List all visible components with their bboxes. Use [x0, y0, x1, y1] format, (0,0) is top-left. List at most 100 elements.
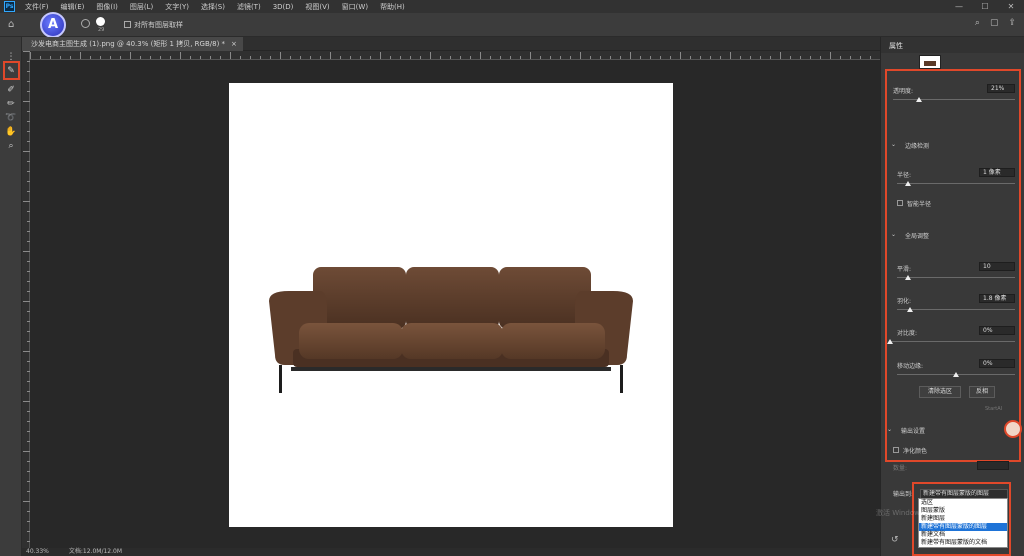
- maximize-icon[interactable]: ☐: [972, 2, 998, 11]
- subtract-mode-icon[interactable]: [81, 19, 90, 28]
- edge-detection-chevron-icon[interactable]: ⌄: [891, 141, 896, 148]
- feather-label: 羽化:: [897, 298, 912, 305]
- smart-radius-label: 智能半径: [907, 201, 932, 208]
- output-to-label: 输出到:: [893, 491, 914, 498]
- options-right-icons: ⌕ ▢ ⇪: [975, 18, 1016, 28]
- decontaminate-colors-checkbox[interactable]: [893, 447, 899, 453]
- zoom-level[interactable]: 40.33%: [26, 548, 49, 556]
- zoom-tool-icon[interactable]: ⌕: [4, 140, 18, 152]
- status-bar: 40.33% 文档:12.0M/12.0M: [22, 548, 880, 556]
- photoshop-logo-icon[interactable]: Ps: [4, 1, 15, 12]
- output-option[interactable]: 图层蒙版: [919, 507, 1007, 515]
- output-option[interactable]: 新建文档: [919, 531, 1007, 539]
- smooth-slider-thumb[interactable]: [905, 275, 911, 280]
- menu-window[interactable]: 窗口(W): [336, 2, 374, 12]
- startai-label: StartAI: [985, 406, 1003, 412]
- amount-label: 数量:: [893, 465, 908, 472]
- document-canvas[interactable]: [229, 83, 673, 527]
- horizontal-ruler-ticks: [30, 52, 871, 59]
- sample-all-layers-label: 对所有图层取样: [134, 21, 183, 29]
- menu-edit[interactable]: 编辑(E): [55, 2, 91, 12]
- home-icon[interactable]: ⌂: [8, 19, 18, 30]
- shift-edge-slider-thumb[interactable]: [953, 372, 959, 377]
- refine-settings-section: 透明度: 21% ⌄ 边缘检测 半径: 1 像素 智能半径 ⌄ 全局调整 平滑:…: [885, 69, 1021, 462]
- transparency-label: 透明度:: [893, 88, 914, 95]
- feather-slider-thumb[interactable]: [907, 307, 913, 312]
- reset-icon[interactable]: ↺: [891, 535, 899, 545]
- decontaminate-colors-label: 净化颜色: [903, 448, 928, 455]
- output-option[interactable]: 新建图层: [919, 515, 1007, 523]
- horizontal-ruler: [30, 51, 880, 60]
- radius-input[interactable]: 1 像素: [979, 168, 1015, 177]
- output-option[interactable]: 新建带有图层蒙版的图层: [919, 523, 1007, 531]
- transparency-slider[interactable]: [893, 99, 1015, 100]
- menu-help[interactable]: 帮助(H): [374, 2, 411, 12]
- close-tab-icon[interactable]: ×: [231, 37, 237, 51]
- tools-panel: ⋮ ✎ ✐ ✏ ➰ ✋ ⌕: [0, 37, 22, 556]
- output-settings-heading: 输出设置: [901, 428, 926, 435]
- sample-all-layers-checkbox[interactable]: [124, 21, 131, 28]
- feather-input[interactable]: 1.8 像素: [979, 294, 1015, 303]
- avatar[interactable]: [1004, 420, 1022, 438]
- contrast-input[interactable]: 0%: [979, 326, 1015, 335]
- clear-selection-button[interactable]: 清除选区: [919, 386, 961, 398]
- document-tab-label: 沙发电商主图生成 (1).png @ 40.3% (矩形 1 拷贝, RGB/8…: [31, 40, 226, 48]
- transparency-slider-thumb[interactable]: [915, 97, 922, 102]
- smart-radius-checkbox[interactable]: [897, 200, 903, 206]
- document-size: 文档:12.0M/12.0M: [68, 548, 123, 555]
- feather-slider[interactable]: [897, 309, 1015, 310]
- workspace-icon[interactable]: ▢: [990, 18, 999, 28]
- edge-detection-heading: 边缘检测: [905, 143, 930, 150]
- brush-tool-icon[interactable]: ✏: [4, 98, 18, 110]
- sofa-image: [269, 267, 633, 393]
- output-option[interactable]: 选区: [919, 499, 1007, 507]
- amount-input[interactable]: [977, 461, 1009, 470]
- shift-edge-input[interactable]: 0%: [979, 359, 1015, 368]
- menu-bar: Ps 文件(F) 编辑(E) 图像(I) 图层(L) 文字(Y) 选择(S) 滤…: [0, 0, 1024, 13]
- menu-image[interactable]: 图像(I): [90, 2, 124, 12]
- radius-slider-thumb[interactable]: [905, 181, 911, 186]
- output-option[interactable]: 新建带有图层蒙版的文档: [919, 539, 1007, 547]
- menu-file[interactable]: 文件(F): [19, 2, 55, 12]
- smooth-label: 平滑:: [897, 266, 912, 273]
- menu-3d[interactable]: 3D(D): [267, 3, 300, 11]
- vertical-ruler-ticks: [23, 51, 30, 542]
- close-window-icon[interactable]: ✕: [998, 2, 1024, 11]
- shift-edge-label: 移动边缘:: [897, 363, 924, 370]
- brush-preview-icon[interactable]: [96, 17, 105, 26]
- lasso-tool-icon[interactable]: ➰: [4, 112, 18, 124]
- document-tab-bar: 沙发电商主图生成 (1).png @ 40.3% (矩形 1 拷贝, RGB/8…: [22, 37, 880, 51]
- radius-slider[interactable]: [897, 183, 1015, 184]
- properties-panel: 属性 透明度: 21% ⌄ 边缘检测 半径: 1 像素 智能半径 ⌄ 全局调整 …: [880, 37, 1024, 556]
- windows-activation-watermark: 激活 Windows: [876, 509, 924, 517]
- minimize-icon[interactable]: —: [946, 2, 972, 11]
- hand-tool-icon[interactable]: ✋: [4, 126, 18, 138]
- window-controls: — ☐ ✕: [946, 0, 1024, 13]
- brush-size-value: 29: [98, 27, 105, 33]
- document-tab[interactable]: 沙发电商主图生成 (1).png @ 40.3% (矩形 1 拷贝, RGB/8…: [22, 37, 243, 51]
- output-settings-chevron-icon[interactable]: ⌄: [887, 426, 892, 433]
- menu-type[interactable]: 文字(Y): [159, 2, 195, 12]
- ai-assistant-badge-icon[interactable]: A: [40, 12, 66, 38]
- menu-select[interactable]: 选择(S): [195, 2, 231, 12]
- radius-label: 半径:: [897, 172, 912, 179]
- search-icon[interactable]: ⌕: [975, 18, 980, 28]
- smooth-input[interactable]: 10: [979, 262, 1015, 271]
- menu-filter[interactable]: 滤镜(T): [231, 2, 267, 12]
- vertical-ruler: [22, 51, 30, 548]
- transparency-input[interactable]: 21%: [987, 84, 1015, 93]
- contrast-slider[interactable]: [889, 341, 1015, 342]
- invert-button[interactable]: 反相: [969, 386, 995, 398]
- global-adjust-chevron-icon[interactable]: ⌄: [891, 231, 896, 238]
- properties-tab[interactable]: 属性: [881, 37, 1024, 53]
- menu-view[interactable]: 视图(V): [299, 2, 335, 12]
- menu-layer[interactable]: 图层(L): [124, 2, 159, 12]
- active-tool-highlight: [3, 61, 20, 80]
- contrast-label: 对比度:: [897, 330, 918, 337]
- smooth-slider[interactable]: [897, 277, 1015, 278]
- global-adjust-heading: 全局调整: [905, 233, 930, 240]
- share-icon[interactable]: ⇪: [1008, 18, 1016, 28]
- contrast-slider-thumb[interactable]: [887, 339, 893, 344]
- refine-edge-brush-icon[interactable]: ✐: [4, 84, 18, 96]
- view-mode-thumbnail[interactable]: [919, 55, 941, 69]
